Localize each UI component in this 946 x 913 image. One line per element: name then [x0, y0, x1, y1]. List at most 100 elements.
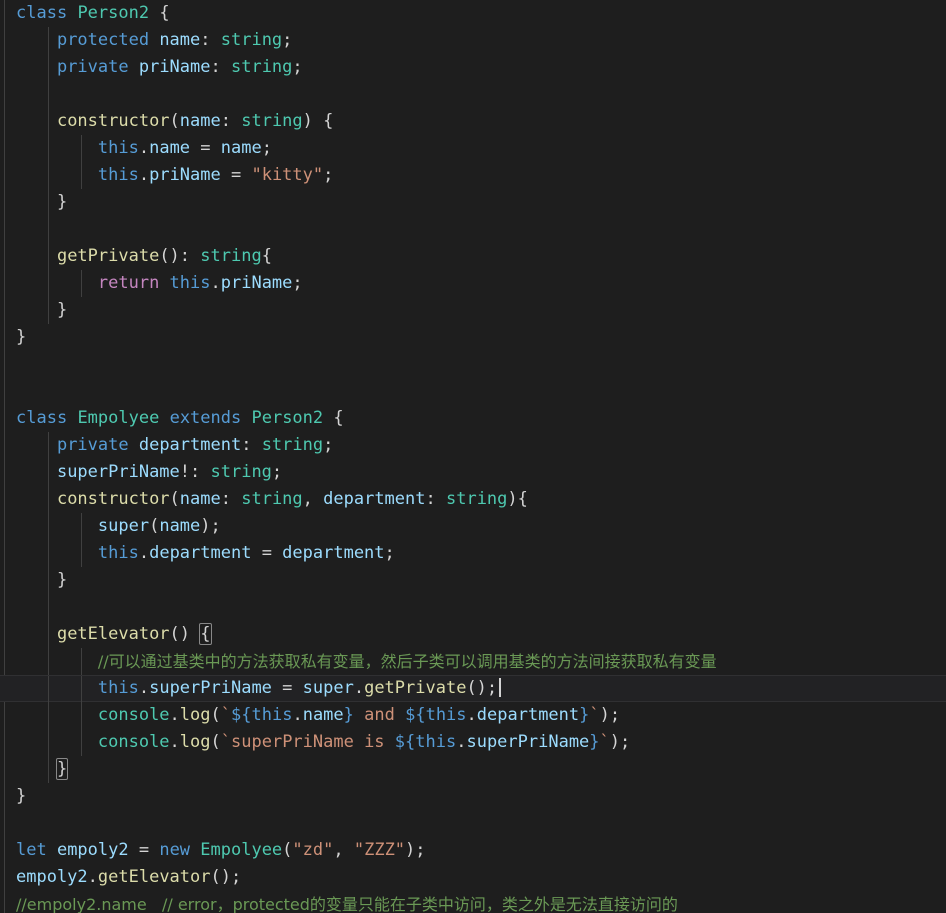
token-property: priName [128, 57, 211, 77]
code-line[interactable]: constructor(name: string, department: st… [0, 486, 946, 513]
code-lines-container[interactable]: class Person2 { protected name: string; … [0, 0, 946, 913]
token-brace: { [323, 408, 344, 428]
code-line[interactable]: empoly2.getElevator(); [0, 864, 946, 891]
token-brace: } [56, 192, 68, 212]
code-line[interactable]: super(name); [0, 513, 946, 540]
token-semicolon: ; [384, 543, 395, 563]
code-line[interactable]: } [0, 189, 946, 216]
token-keyword: private [56, 57, 129, 77]
indent-guide [48, 243, 49, 270]
token-type: string [261, 435, 324, 455]
token-brace: } [56, 300, 68, 320]
code-line[interactable]: let empoly2 = new Empolyee("zd", "ZZZ"); [0, 837, 946, 864]
code-line-current[interactable]: this.superPriName = super.getPrivate(); [0, 675, 946, 703]
indent-guide [48, 135, 49, 162]
token-paren-close: ) { [302, 111, 334, 131]
token-comma: , [302, 489, 324, 509]
token-keyword: let [16, 840, 47, 860]
token-paren: (): [159, 246, 201, 266]
code-line[interactable]: return this.priName; [0, 270, 946, 297]
token-colon: : [200, 30, 221, 50]
token-keyword: class [16, 408, 68, 428]
code-line[interactable]: console.log(`${this.name} and ${this.dep… [0, 702, 946, 729]
code-line-blank[interactable] [0, 351, 946, 378]
code-line[interactable]: superPriName!: string; [0, 459, 946, 486]
code-line[interactable]: } [0, 324, 946, 351]
code-line[interactable]: getElevator() { [0, 621, 946, 648]
indent-guide [48, 567, 49, 594]
indent-guide [81, 676, 82, 703]
token-paren-close: ){ [507, 489, 528, 509]
code-line[interactable]: class Empolyee extends Person2 { [0, 405, 946, 432]
token-paren: ( [169, 111, 180, 131]
token-property: name [149, 30, 201, 50]
indent-guide [48, 540, 49, 567]
token-keyword: class [16, 3, 68, 23]
token-property: department [149, 543, 252, 563]
code-line[interactable]: this.department = department; [0, 540, 946, 567]
token-class-name: Empolyee [190, 840, 283, 860]
code-line[interactable]: protected name: string; [0, 27, 946, 54]
indent-guide [48, 702, 49, 729]
code-line[interactable]: //可以通过基类中的方法获取私有变量，然后子类可以调用基类的方法间接获取私有变量 [0, 648, 946, 675]
code-line[interactable]: } [0, 783, 946, 810]
token-keyword: private [56, 435, 129, 455]
code-line-blank[interactable] [0, 594, 946, 621]
token-this: this [97, 165, 139, 185]
token-operator: = [220, 165, 252, 185]
token-template-open: ${ [394, 732, 416, 752]
token-this: this [159, 273, 211, 293]
token-console: console [97, 705, 170, 725]
token-method-call: log [179, 705, 211, 725]
code-line[interactable]: class Person2 { [0, 0, 946, 27]
code-line[interactable]: private priName: string; [0, 54, 946, 81]
token-template-open: ${ [405, 705, 426, 725]
token-operator: = [271, 678, 303, 698]
token-semicolon: ; [323, 165, 334, 185]
code-line[interactable]: this.priName = "kitty"; [0, 162, 946, 189]
token-dot: . [87, 867, 98, 887]
token-keyword-new: new [159, 840, 191, 860]
code-line[interactable]: } [0, 297, 946, 324]
token-property: superPriName [149, 678, 272, 698]
code-line[interactable]: constructor(name: string) { [0, 108, 946, 135]
code-line[interactable]: //empoly2.name // error，protected的变量只能在子… [0, 891, 946, 913]
token-this: this [97, 543, 139, 563]
code-line-blank[interactable] [0, 216, 946, 243]
token-brace: } [56, 570, 68, 590]
token-property: superPriName [56, 462, 180, 482]
code-line[interactable]: console.log(`superPriName is ${this.supe… [0, 729, 946, 756]
code-line-blank[interactable] [0, 378, 946, 405]
token-template-close: } [343, 705, 354, 725]
token-string: superPriName is [231, 732, 395, 752]
token-param: name [179, 489, 221, 509]
token-string: "ZZZ" [353, 840, 406, 860]
code-line-blank[interactable] [0, 81, 946, 108]
token-param: name [179, 111, 221, 131]
token-dot: . [138, 138, 150, 158]
token-dot: . [138, 543, 150, 563]
indent-guide [81, 540, 82, 567]
code-line[interactable]: } [0, 567, 946, 594]
token-arg: name [159, 516, 201, 536]
indent-guide [48, 648, 49, 675]
code-line[interactable]: this.name = name; [0, 135, 946, 162]
token-property: name [149, 138, 191, 158]
token-dot: . [292, 705, 303, 725]
token-paren: () [169, 624, 201, 644]
token-definite-assignment: !: [179, 462, 211, 482]
code-line[interactable]: private department: string; [0, 432, 946, 459]
code-line[interactable]: getPrivate(): string{ [0, 243, 946, 270]
indent-guide [48, 81, 49, 108]
token-variable: empoly2 [16, 867, 88, 887]
token-function: constructor [56, 111, 170, 131]
token-semicolon: ; [292, 273, 303, 293]
token-this: this [415, 732, 457, 752]
code-line-blank[interactable] [0, 810, 946, 837]
code-line[interactable]: } [0, 756, 946, 783]
code-editor[interactable]: class Person2 { protected name: string; … [0, 0, 946, 913]
indent-guide [48, 676, 49, 703]
token-paren-close: (); [466, 678, 498, 698]
